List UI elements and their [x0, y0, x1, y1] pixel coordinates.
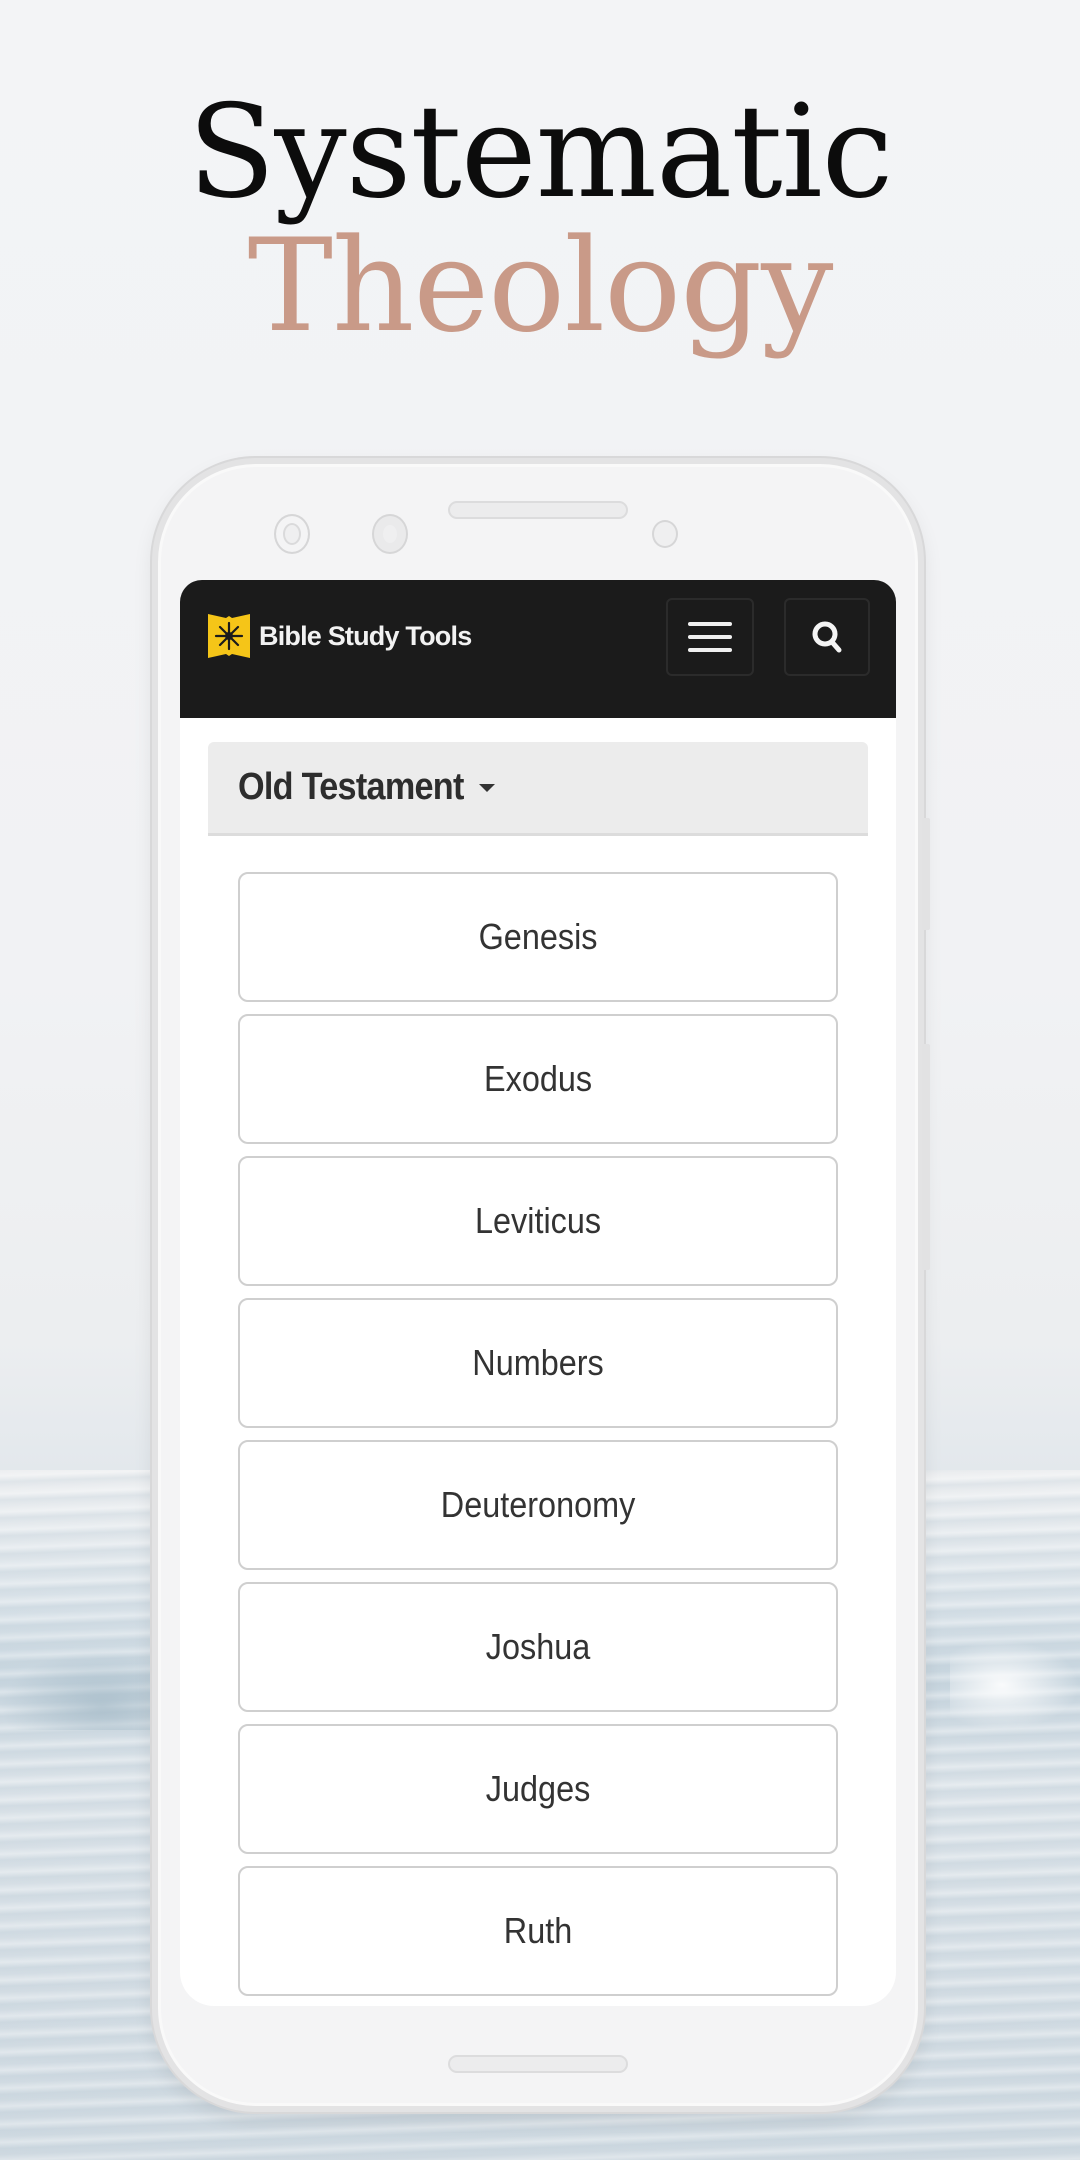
phone-side-button: [922, 1044, 930, 1270]
book-label: Numbers: [472, 1342, 604, 1383]
book-list: Genesis Exodus Leviticus Numbers Deutero…: [238, 872, 838, 2006]
phone-bottom-speaker: [448, 2055, 628, 2073]
phone-speaker: [448, 501, 628, 519]
book-label: Deuteronomy: [440, 1484, 636, 1525]
book-button-leviticus[interactable]: Leviticus: [238, 1156, 838, 1286]
book-button-ruth[interactable]: Ruth: [238, 1866, 838, 1996]
book-button-numbers[interactable]: Numbers: [238, 1298, 838, 1428]
phone-sensor-icon: [652, 520, 678, 548]
wave-decoration: [950, 1640, 1080, 1730]
book-label: Exodus: [483, 1058, 593, 1099]
testament-dropdown[interactable]: Old Testament: [208, 742, 868, 836]
caret-down-icon: [478, 783, 495, 792]
book-label: Judges: [485, 1768, 591, 1809]
book-label: Ruth: [503, 1910, 573, 1951]
phone-camera-icon: [274, 514, 310, 554]
book-button-exodus[interactable]: Exodus: [238, 1014, 838, 1144]
book-button-deuteronomy[interactable]: Deuteronomy: [238, 1440, 838, 1570]
book-label: Joshua: [485, 1626, 591, 1667]
book-button-genesis[interactable]: Genesis: [238, 872, 838, 1002]
menu-button[interactable]: [666, 598, 754, 676]
search-icon: [812, 621, 842, 653]
book-button-joshua[interactable]: Joshua: [238, 1582, 838, 1712]
phone-side-button: [922, 818, 930, 930]
book-button-judges[interactable]: Judges: [238, 1724, 838, 1854]
book-star-icon: [208, 614, 250, 658]
promo-title-line1: Systematic: [187, 78, 894, 227]
wave-decoration: [0, 1650, 170, 1730]
phone-camera-icon: [372, 514, 408, 554]
brand-name: Bible Study Tools: [259, 620, 472, 651]
app-navbar: Bible Study Tools: [180, 580, 896, 718]
testament-dropdown-label: Old Testament: [238, 766, 464, 808]
promo-title-line2: Theology: [247, 212, 834, 361]
hamburger-menu-icon: [688, 622, 732, 652]
search-button[interactable]: [784, 598, 870, 676]
brand-logo[interactable]: Bible Study Tools: [208, 612, 472, 660]
book-label: Leviticus: [474, 1200, 602, 1241]
app-screen: Bible Study Tools Old Testament Genesis …: [180, 580, 896, 2006]
book-label: Genesis: [478, 916, 598, 957]
